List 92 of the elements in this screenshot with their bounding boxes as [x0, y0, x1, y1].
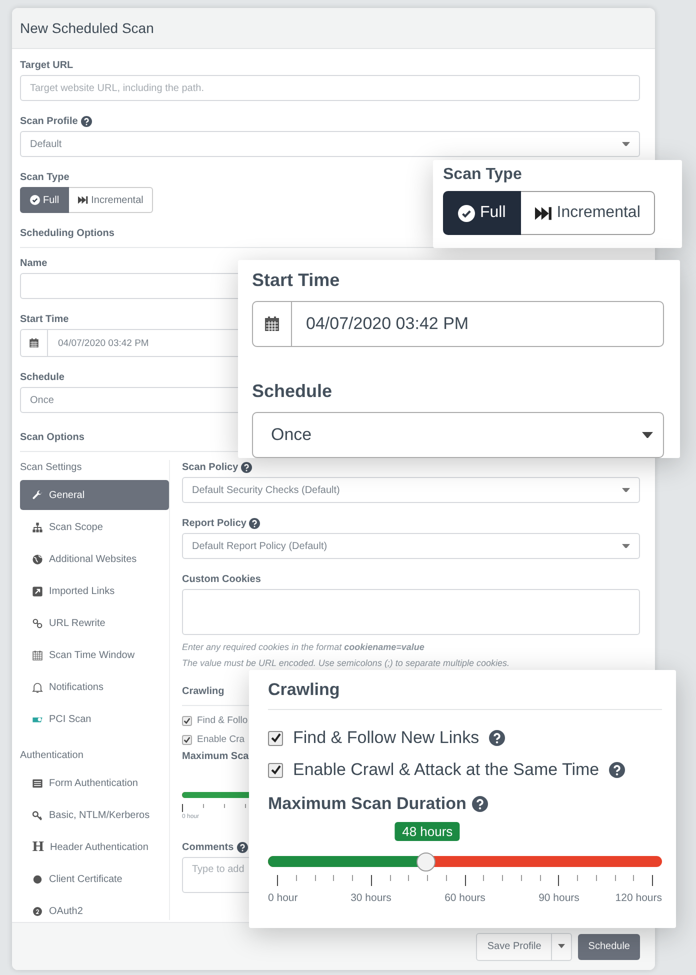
- checkbox-label: Enable Cra: [197, 734, 245, 745]
- schedule-button[interactable]: Schedule: [578, 934, 640, 960]
- key-icon: [32, 810, 43, 820]
- checkbox[interactable]: [182, 716, 192, 726]
- field-label: Scan Type: [443, 166, 522, 183]
- calendar-icon: [32, 650, 43, 660]
- url-input[interactable]: Target website URL, including the path.: [20, 75, 640, 101]
- sidebar-item[interactable]: PCI Scan: [20, 704, 169, 734]
- tick-label: 0 hour: [268, 892, 298, 904]
- help-text: Enter any required cookies in the format cookiename=value: [182, 641, 426, 654]
- hierarchy-icon: [32, 522, 43, 532]
- field-label: Start Time: [252, 270, 340, 290]
- sidebar-item[interactable]: URL Rewrite: [20, 608, 169, 638]
- wrench-icon: [32, 490, 43, 500]
- bell-icon: [32, 682, 43, 692]
- field-label: Schedule: [252, 381, 332, 401]
- fast-forward-icon: [534, 204, 552, 222]
- slider-handle[interactable]: [416, 852, 436, 871]
- help-icon[interactable]: [236, 842, 248, 852]
- certificate-icon: [32, 874, 43, 884]
- help-text: The value must be URL encoded. Use semicolons (;) to separate multiple cookies.: [182, 657, 510, 670]
- help-icon[interactable]: [489, 730, 506, 746]
- tick-label: 60 hours: [444, 892, 486, 904]
- sidebar-heading: Scan Settings: [20, 462, 82, 472]
- caret-icon: [622, 544, 630, 548]
- field-label: Report Policy: [182, 516, 246, 530]
- date-field[interactable]: 04/07/2020 03:42 PM: [252, 301, 664, 347]
- link-icon: [32, 618, 43, 628]
- window-title: New Scheduled Scan: [20, 20, 154, 36]
- tick-label: 30 hours: [350, 892, 392, 904]
- help-icon[interactable]: [241, 462, 252, 472]
- sidebar-item[interactable]: Form Authentication: [20, 768, 169, 798]
- field-label: Custom Cookies: [182, 572, 261, 586]
- sidebar-item[interactable]: General: [20, 480, 169, 510]
- globe-icon: [32, 554, 43, 564]
- checkbox-label: Find & Follo: [197, 715, 248, 726]
- sidebar-item[interactable]: Scan Time Window: [20, 640, 169, 670]
- field-label: Scan Policy: [182, 460, 238, 474]
- checkbox[interactable]: [268, 730, 283, 746]
- sidebar-item[interactable]: OAuth2: [20, 896, 169, 922]
- field-label: Maximum Sca: [182, 750, 249, 763]
- help-icon[interactable]: [472, 796, 488, 812]
- field-label: Name: [20, 256, 48, 270]
- sidebar-item[interactable]: Scan Scope: [20, 512, 169, 542]
- caret-icon: [622, 142, 630, 146]
- profile-select[interactable]: Default: [20, 131, 640, 157]
- sidebar-item[interactable]: Basic, NTLM/Kerberos: [20, 800, 169, 830]
- oauth-icon: [32, 906, 43, 916]
- sidebar-item[interactable]: Notifications: [20, 672, 169, 702]
- checkbox[interactable]: [182, 734, 192, 744]
- field-label: Start Time: [20, 312, 69, 326]
- checkbox[interactable]: [268, 762, 283, 778]
- check-circle-icon: [458, 204, 475, 222]
- tick-label: 120 hours: [615, 892, 662, 904]
- segment-button[interactable]: Full: [443, 191, 521, 235]
- fast-forward-icon: [78, 195, 88, 205]
- field-label: Scan Profile: [20, 114, 78, 128]
- help-icon[interactable]: [249, 518, 260, 528]
- caret-icon: [558, 944, 566, 949]
- policy-select[interactable]: Default Security Checks (Default): [182, 477, 640, 503]
- section-title: Scheduling Options: [20, 228, 114, 238]
- sidebar-item[interactable]: Client Certificate: [20, 864, 169, 894]
- sidebar-item[interactable]: H Header Authentication: [20, 832, 169, 862]
- segment-button[interactable]: Incremental: [69, 187, 154, 213]
- sidebar-item[interactable]: Additional Websites: [20, 544, 169, 574]
- check-circle-icon: [30, 195, 40, 205]
- field-label: Maximum Scan Duration: [268, 794, 466, 814]
- segment-button[interactable]: Full: [20, 187, 70, 213]
- calendar-icon: [29, 338, 39, 348]
- form-icon: [32, 778, 43, 788]
- calendar-icon: [264, 316, 280, 332]
- policy-select[interactable]: Default Report Policy (Default): [182, 533, 640, 559]
- sidebar-heading: Authentication: [20, 750, 84, 760]
- field-label: Comments: [182, 840, 234, 854]
- section-title: Crawling: [182, 686, 224, 696]
- sidebar-item[interactable]: Imported Links: [20, 576, 169, 606]
- caret-icon: [642, 432, 653, 438]
- caret-icon: [622, 488, 630, 492]
- checkbox-label: Enable Crawl & Attack at the Same Time: [293, 760, 600, 780]
- help-icon[interactable]: [80, 116, 92, 126]
- schedule-select[interactable]: Once: [252, 412, 664, 458]
- checkbox-label: Find & Follow New Links: [293, 728, 480, 748]
- field-label: Scan Type: [20, 170, 70, 184]
- field-label: Target URL: [20, 58, 74, 72]
- section-title: Crawling: [268, 680, 340, 699]
- field-label: Schedule: [20, 370, 64, 384]
- section-title: Scan Options: [20, 432, 84, 442]
- external-link-icon: [32, 586, 43, 596]
- value-tooltip: 48 hours: [395, 822, 460, 841]
- help-icon[interactable]: [609, 762, 626, 778]
- segment-button[interactable]: Incremental: [520, 191, 656, 235]
- tick-label: 90 hours: [538, 892, 580, 904]
